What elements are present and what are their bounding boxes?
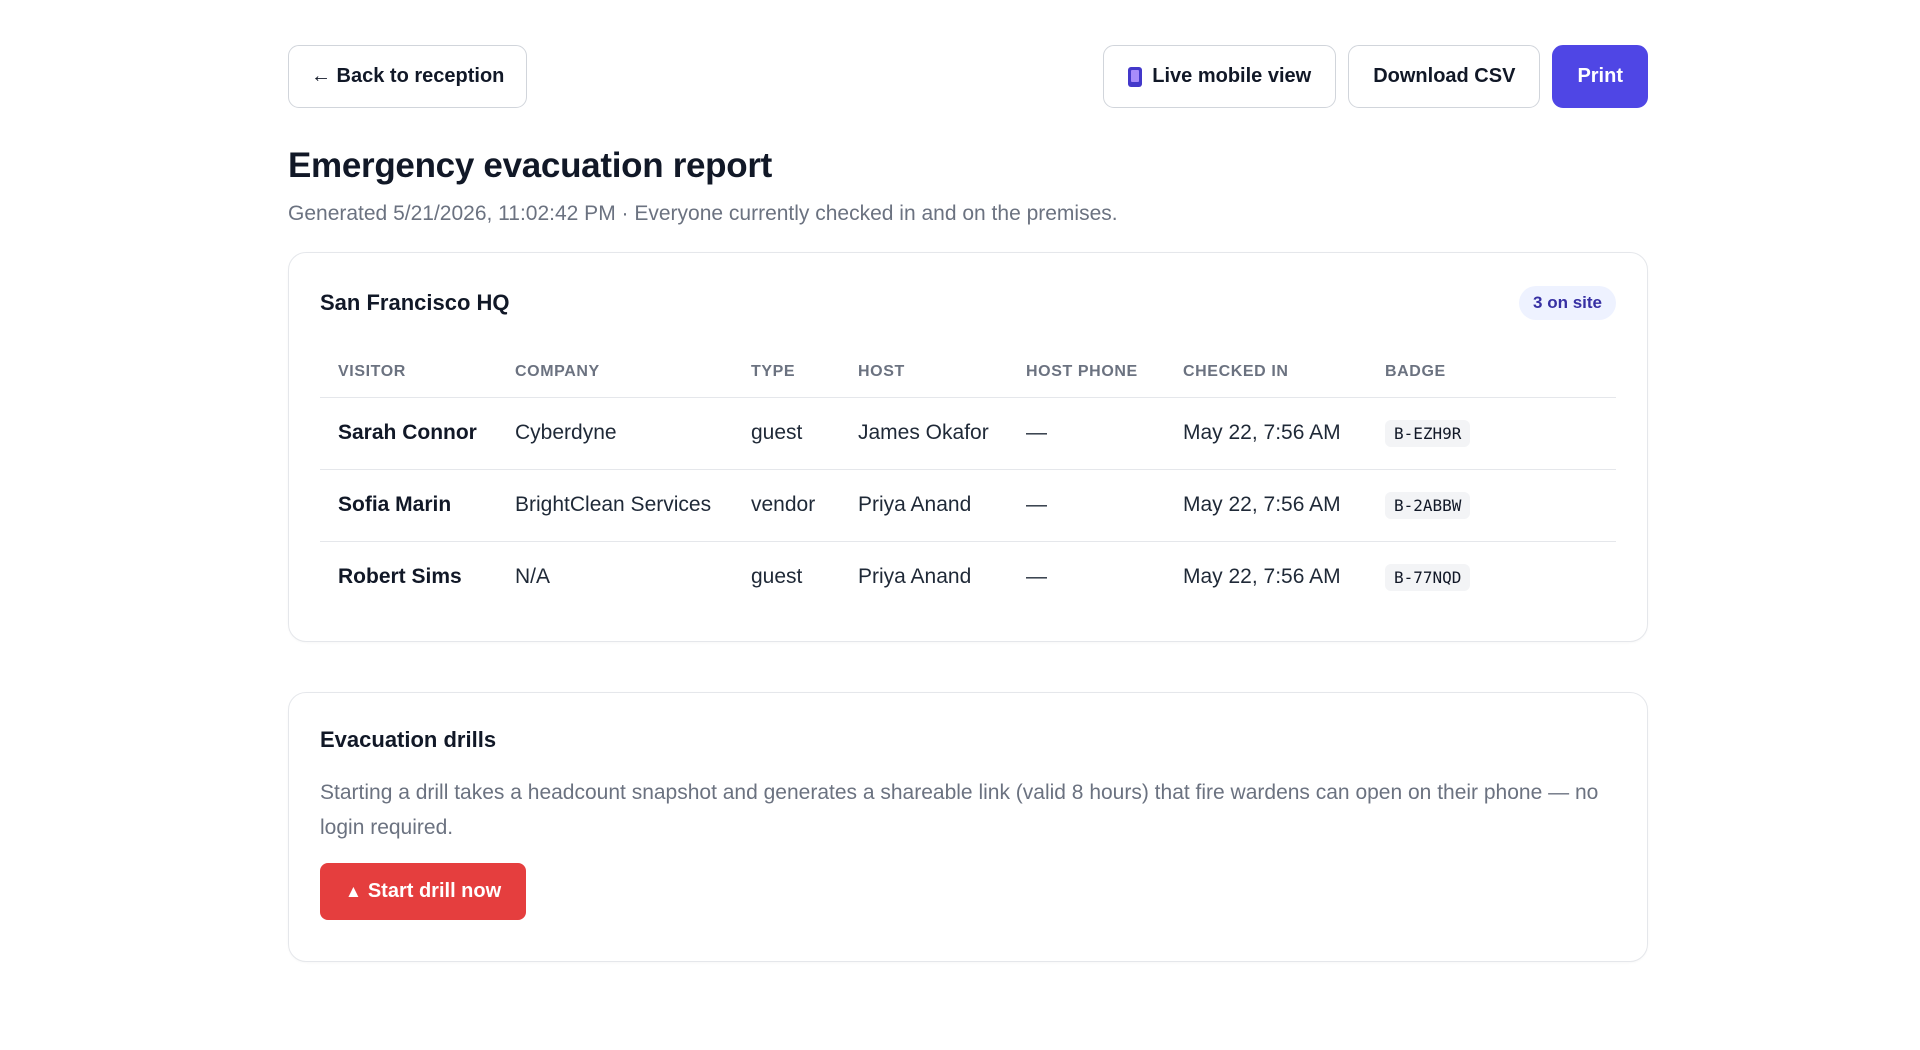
evacuation-report-page: ← Back to reception Live mobile view Dow… xyxy=(288,45,1648,962)
column-header-company: Company xyxy=(497,347,733,398)
badge-cell: B-EZH9R xyxy=(1367,397,1616,470)
table-header-row: Visitor Company Type Host Host phone Che… xyxy=(320,347,1616,398)
page-subtitle: Generated 5/21/2026, 11:02:42 PM · Every… xyxy=(288,202,1118,225)
start-drill-button[interactable]: ▲ Start drill now xyxy=(320,863,527,920)
column-header-checked-in: Checked in xyxy=(1165,347,1367,398)
visitor-company: N/A xyxy=(515,565,551,589)
visitor-type: guest xyxy=(751,565,803,589)
start-drill-label: Start drill now xyxy=(367,880,502,902)
visitor-name: Sofia Marin xyxy=(320,469,497,542)
badge-code: B-2ABBW xyxy=(1385,491,1471,519)
column-header-visitor: Visitor xyxy=(320,347,497,398)
visitor-type: vendor xyxy=(733,469,840,542)
page-title: Emergency evacuation report xyxy=(288,146,773,185)
host-phone: — xyxy=(1008,397,1165,470)
site-card-header: San Francisco HQ 3 on site xyxy=(320,285,1616,321)
print-label: Print xyxy=(1577,65,1623,87)
visitor-host: James Okafor xyxy=(840,397,1008,470)
visitor-company: BrightClean Services xyxy=(497,469,733,542)
drills-title: Evacuation drills xyxy=(320,727,497,752)
host-phone: — xyxy=(1026,565,1047,589)
column-header-badge: Badge xyxy=(1367,347,1616,398)
back-to-reception-button[interactable]: ← Back to reception xyxy=(288,45,528,108)
live-mobile-view-label: Live mobile view xyxy=(1152,65,1312,87)
warning-triangle-icon: ▲ xyxy=(345,881,362,901)
download-csv-button[interactable]: Download CSV xyxy=(1348,45,1541,108)
print-button[interactable]: Print xyxy=(1552,45,1648,108)
badge-cell: B-2ABBW xyxy=(1367,469,1616,542)
site-name: San Francisco HQ xyxy=(320,290,510,315)
table-row: Robert Sims N/A guest Priya Anand — May … xyxy=(320,541,1616,613)
site-card: San Francisco HQ 3 on site Visitor Compa… xyxy=(288,252,1648,642)
host-phone: — xyxy=(1008,469,1165,542)
toolbar: ← Back to reception Live mobile view Dow… xyxy=(288,45,1648,108)
toolbar-actions: Live mobile view Download CSV Print xyxy=(1103,45,1648,108)
visitor-host: Priya Anand xyxy=(858,565,972,589)
table-row: Sarah Connor Cyberdyne guest James Okafo… xyxy=(320,397,1616,470)
column-header-host-phone: Host phone xyxy=(1008,347,1165,398)
badge-code: B-EZH9R xyxy=(1385,419,1471,447)
checked-in-time: May 22, 7:56 AM xyxy=(1183,565,1341,589)
table-row: Sofia Marin BrightClean Services vendor … xyxy=(320,469,1616,542)
visitor-name: Robert Sims xyxy=(338,565,462,589)
checked-in-time: May 22, 7:56 AM xyxy=(1165,397,1367,470)
visitors-table: Visitor Company Type Host Host phone Che… xyxy=(320,347,1616,613)
column-header-host: Host xyxy=(840,347,1008,398)
back-label: ← Back to reception xyxy=(311,65,505,87)
download-csv-label: Download CSV xyxy=(1373,65,1516,87)
badge-code: B-77NQD xyxy=(1385,563,1471,591)
live-mobile-view-button[interactable]: Live mobile view xyxy=(1103,45,1337,108)
visitor-name: Sarah Connor xyxy=(320,397,497,470)
column-header-type: Type xyxy=(733,347,840,398)
evacuation-drills-card: Evacuation drills Starting a drill takes… xyxy=(288,692,1648,962)
badge-cell: B-77NQD xyxy=(1367,541,1616,613)
drills-description: Starting a drill takes a headcount snaps… xyxy=(320,781,1599,839)
on-site-count-badge: 3 on site xyxy=(1519,286,1616,320)
visitor-type: guest xyxy=(733,397,840,470)
checked-in-time: May 22, 7:56 AM xyxy=(1165,469,1367,542)
phone-icon xyxy=(1128,66,1143,87)
visitor-company: Cyberdyne xyxy=(497,397,733,470)
visitor-host: Priya Anand xyxy=(840,469,1008,542)
